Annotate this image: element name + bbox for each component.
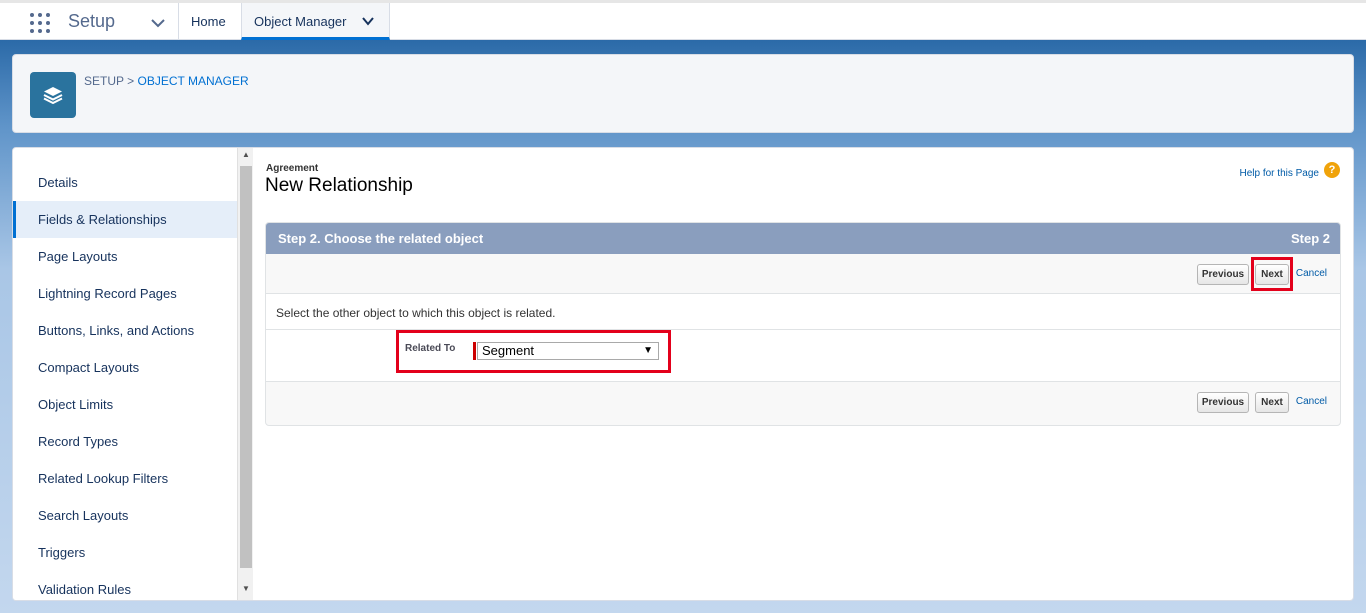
sidebar-scrollbar[interactable]: ▲ ▼ [237,148,254,600]
sidebar-item-compact-layouts[interactable]: Compact Layouts [13,349,237,386]
next-button[interactable]: Next [1255,392,1289,413]
related-to-label: Related To [405,343,456,354]
tab-object-manager[interactable]: Object Manager [241,3,390,40]
related-to-value: Segment [482,343,535,358]
sidebar-item-search-layouts[interactable]: Search Layouts [13,497,237,534]
scroll-up-arrow-icon[interactable]: ▲ [238,150,254,164]
step-header: Step 2. Choose the related object Step 2 [266,223,1340,254]
instruction-row: Select the other object to which this ob… [266,294,1340,330]
sidebar-item-page-layouts[interactable]: Page Layouts [13,238,237,275]
breadcrumb: SETUP > OBJECT MANAGER [84,74,249,88]
chevron-down-icon[interactable] [361,14,375,28]
tab-object-manager-label: Object Manager [254,14,347,29]
required-indicator [473,342,476,360]
sidebar-item-object-limits[interactable]: Object Limits [13,386,237,423]
sidebar-item-validation-rules[interactable]: Validation Rules [13,571,237,600]
related-to-select[interactable]: Segment ▼ [477,342,659,360]
highlight-next-button [1251,257,1293,291]
sidebar-item-fields-relationships[interactable]: Fields & Relationships [13,201,237,238]
layers-icon [30,72,76,118]
global-nav: Setup Home Object Manager [0,0,1366,40]
sidebar-item-record-types[interactable]: Record Types [13,423,237,460]
sidebar-item-related-lookup-filters[interactable]: Related Lookup Filters [13,460,237,497]
main-panel: Details Fields & Relationships Page Layo… [12,147,1354,601]
sidebar-item-details[interactable]: Details [13,164,237,201]
step-panel: Step 2. Choose the related object Step 2… [265,222,1341,426]
help-link[interactable]: Help for this Page [1240,168,1320,179]
sidebar-item-buttons-links-actions[interactable]: Buttons, Links, and Actions [13,312,237,349]
cancel-link[interactable]: Cancel [1296,268,1327,279]
help-icon[interactable]: ? [1324,162,1340,178]
previous-button[interactable]: Previous [1197,264,1249,285]
button-row-top: Previous Next Cancel [266,254,1340,294]
instruction-text: Select the other object to which this ob… [276,306,556,320]
breadcrumb-object-manager[interactable]: OBJECT MANAGER [138,74,249,88]
related-to-row: Related To Segment ▼ [266,330,1340,381]
sidebar-item-triggers[interactable]: Triggers [13,534,237,571]
button-row-bottom: Previous Next Cancel [266,381,1340,421]
chevron-down-icon[interactable] [150,15,166,31]
cancel-link[interactable]: Cancel [1296,396,1327,407]
scroll-thumb[interactable] [240,166,252,568]
sidebar: Details Fields & Relationships Page Layo… [13,148,237,600]
sidebar-item-lightning-record-pages[interactable]: Lightning Record Pages [13,275,237,312]
breadcrumb-separator: > [127,74,135,88]
app-name: Setup [68,11,116,31]
app-launcher-icon[interactable] [30,13,52,35]
content-area: Agreement New Relationship Help for this… [265,148,1343,600]
page-title: New Relationship [265,175,413,196]
object-label: Agreement [266,163,319,174]
previous-button[interactable]: Previous [1197,392,1249,413]
step-title: Step 2. Choose the related object [278,231,484,246]
step-number: Step 2 [1290,231,1330,246]
dropdown-arrow-icon: ▼ [643,345,653,356]
breadcrumb-setup: SETUP [84,74,124,88]
page-header: SETUP > OBJECT MANAGER [12,54,1354,133]
scroll-down-arrow-icon[interactable]: ▼ [238,584,254,598]
tab-home[interactable]: Home [179,3,238,40]
